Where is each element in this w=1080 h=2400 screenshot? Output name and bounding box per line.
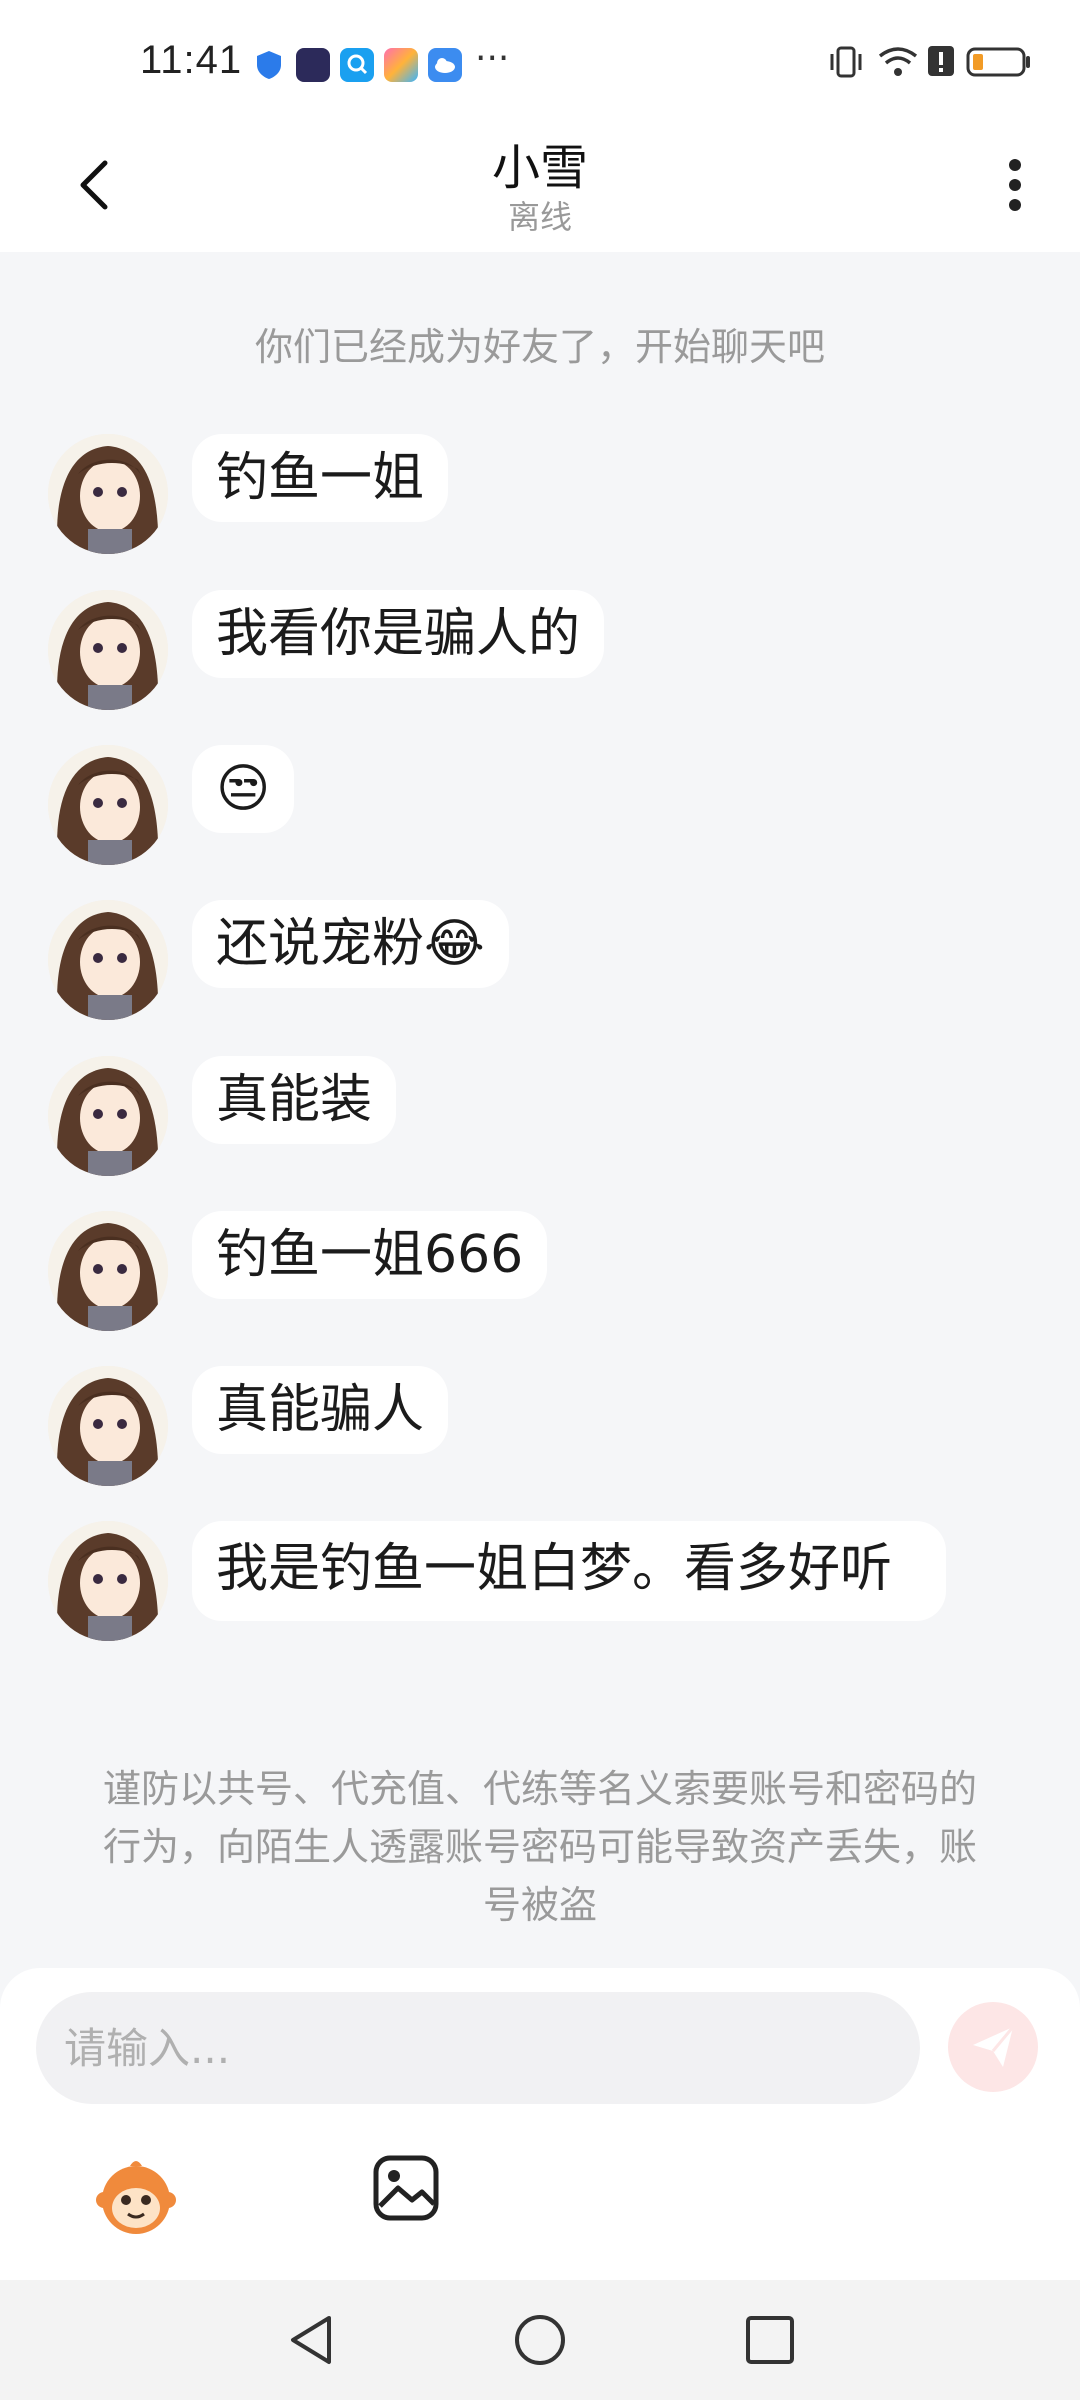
- send-icon: [973, 2026, 1015, 2067]
- status-bar: 11:41 ···: [0, 0, 1080, 120]
- message-bubble[interactable]: 😒: [192, 745, 295, 833]
- triangle-back-icon: [291, 2316, 331, 2364]
- circle-home-icon: [515, 2315, 565, 2365]
- contact-status: 离线: [507, 198, 572, 236]
- send-button[interactable]: [948, 2002, 1038, 2092]
- security-warning: 谨防以共号、代充值、代练等名义索要账号和密码的行为，向陌生人透露账号密码可能导致…: [102, 1767, 977, 1927]
- mascot-icon: [96, 2161, 176, 2234]
- message-bubble[interactable]: 真能装: [192, 1056, 397, 1144]
- nav-recents-button[interactable]: [740, 2310, 800, 2370]
- status-time: 11:41: [140, 38, 243, 82]
- message-input[interactable]: [36, 1992, 920, 2104]
- alert-icon: [926, 44, 956, 84]
- cloud-app-icon: [428, 48, 462, 82]
- mascot-sticker-button[interactable]: [92, 2152, 180, 2240]
- avatar[interactable]: [48, 900, 168, 1020]
- tool-app-icon: [384, 48, 418, 82]
- image-picker-button[interactable]: [372, 2154, 440, 2222]
- message-bubble[interactable]: 钓鱼一姐666: [192, 1211, 548, 1299]
- system-nav-bar: [0, 2280, 1080, 2400]
- input-panel: [0, 1968, 1080, 2280]
- avatar[interactable]: [48, 1366, 168, 1486]
- nav-back-button[interactable]: [280, 2310, 340, 2370]
- search-app-icon: [340, 48, 374, 82]
- shield-icon: [252, 48, 286, 82]
- avatar[interactable]: [48, 1521, 168, 1641]
- message-bubble[interactable]: 真能骗人: [192, 1366, 449, 1454]
- message-bubble[interactable]: 还说宠粉😂: [192, 900, 509, 988]
- image-icon: [373, 2155, 439, 2221]
- avatar[interactable]: [48, 745, 168, 865]
- avatar[interactable]: [48, 1056, 168, 1176]
- nav-home-button[interactable]: [510, 2310, 570, 2370]
- avatar[interactable]: [48, 434, 168, 554]
- message-bubble[interactable]: 钓鱼一姐: [192, 434, 449, 522]
- more-vertical-icon: [1009, 159, 1021, 211]
- square-recents-icon: [746, 2316, 794, 2364]
- avatar[interactable]: [48, 590, 168, 710]
- more-options-button[interactable]: [990, 148, 1040, 222]
- chat-header: 小雪 离线: [0, 120, 1080, 252]
- vibrate-icon: [826, 44, 866, 84]
- wifi-icon: [876, 44, 920, 84]
- avatar[interactable]: [48, 1211, 168, 1331]
- status-more-icon: ···: [475, 38, 510, 79]
- app-icon: [296, 48, 330, 82]
- contact-name: 小雪: [491, 140, 588, 196]
- message-bubble[interactable]: 我看你是骗人的: [192, 590, 605, 678]
- battery-icon: [966, 44, 1032, 84]
- friend-added-notice: 你们已经成为好友了，开始聊天吧: [254, 325, 825, 369]
- message-bubble[interactable]: 我是钓鱼一姐白梦。看多好听: [192, 1521, 946, 1621]
